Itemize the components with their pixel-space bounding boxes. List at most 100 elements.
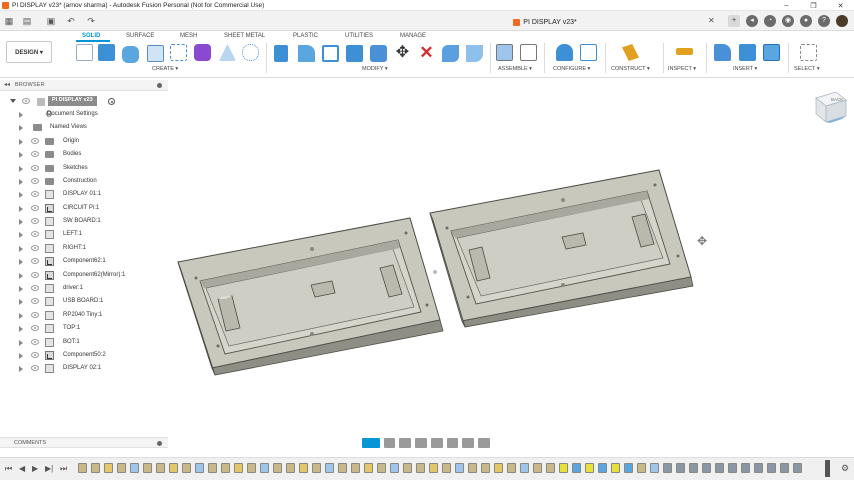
timeline-feature-icon[interactable] (78, 463, 87, 473)
timeline-feature-icon[interactable] (273, 463, 282, 473)
expand-icon[interactable] (19, 246, 23, 252)
redo-icon[interactable]: ↷ (86, 16, 96, 26)
activate-component-icon[interactable] (108, 98, 115, 105)
combine-icon[interactable] (346, 45, 363, 62)
browser-item-display-02[interactable]: DISPLAY 02:1 (0, 362, 168, 375)
visibility-eye-icon[interactable] (31, 178, 39, 184)
fillet-icon[interactable] (298, 45, 315, 62)
timeline-prev-icon[interactable]: ◀ (19, 464, 25, 473)
hole-icon[interactable] (147, 45, 164, 62)
file-menu-icon[interactable]: ▤ (22, 16, 32, 26)
browser-item-named-views[interactable]: Named Views (0, 121, 168, 134)
viewports-icon[interactable] (478, 437, 490, 448)
visibility-eye-icon[interactable] (31, 151, 39, 157)
expand-icon[interactable] (19, 166, 23, 172)
construct-menu[interactable]: CONSTRUCT ▾ (611, 66, 650, 72)
create-form-icon[interactable] (194, 44, 211, 61)
tab-surface[interactable]: SURFACE (126, 33, 154, 39)
left-enclosure-body[interactable] (177, 217, 444, 376)
timeline-feature-icon[interactable] (715, 463, 724, 473)
timeline-feature-icon[interactable] (728, 463, 737, 473)
collapse-browser-icon[interactable]: ◂◂ (4, 81, 10, 88)
timeline-feature-icon[interactable] (468, 463, 477, 473)
right-enclosure-body[interactable] (429, 169, 694, 328)
timeline-feature-icon[interactable] (364, 463, 373, 473)
timeline-feature-icon[interactable] (416, 463, 425, 473)
offset-plane-icon[interactable] (622, 44, 639, 61)
visibility-eye-icon[interactable] (31, 285, 39, 291)
browser-item-bodies[interactable]: Bodies (0, 148, 168, 161)
timeline-feature-icon[interactable] (143, 463, 152, 473)
visibility-eye-icon[interactable] (31, 272, 39, 278)
pan-icon[interactable] (399, 437, 412, 448)
comments-options-icon[interactable] (157, 441, 162, 446)
new-component-icon[interactable] (496, 44, 513, 61)
timeline-feature-icon[interactable] (689, 463, 698, 473)
zoom-icon[interactable] (415, 437, 427, 448)
timeline-feature-icon[interactable] (546, 463, 555, 473)
extrude-icon[interactable] (98, 44, 115, 61)
undo-icon[interactable]: ↶ (66, 16, 76, 26)
press-pull-icon[interactable] (274, 45, 288, 62)
timeline-play-icon[interactable]: ▶ (32, 464, 38, 473)
insert-mesh-icon[interactable] (739, 44, 756, 61)
configure-menu[interactable]: CONFIGURE ▾ (553, 66, 590, 72)
browser-item-component50[interactable]: Component50:2 (0, 349, 168, 362)
app-grid-icon[interactable]: ▦ (4, 16, 14, 26)
viewcube[interactable]: BACK (812, 88, 848, 124)
browser-item-construction[interactable]: Construction (0, 175, 168, 188)
expand-icon[interactable] (19, 232, 23, 238)
browser-item-sw-board[interactable]: SW BOARD:1 (0, 215, 168, 228)
browser-item-component62-mirror[interactable]: Component62(Mirror):1 (0, 269, 168, 282)
data-panel-icon[interactable]: ◂ (746, 15, 758, 27)
timeline-feature-icon[interactable] (286, 463, 295, 473)
close-window-button[interactable]: ✕ (827, 0, 854, 11)
browser-item-right[interactable]: RIGHT:1 (0, 242, 168, 255)
timeline-feature-icon[interactable] (104, 463, 113, 473)
visibility-eye-icon[interactable] (31, 218, 39, 224)
notifications-icon[interactable]: ● (800, 15, 812, 27)
timeline-end-icon[interactable]: ⏭ (60, 464, 67, 474)
timeline-feature-icon[interactable] (338, 463, 347, 473)
move-copy-icon[interactable]: ✥ (394, 44, 411, 61)
expand-icon[interactable] (19, 125, 23, 131)
timeline-feature-icon[interactable] (208, 463, 217, 473)
assemble-menu[interactable]: ASSEMBLE ▾ (498, 66, 532, 72)
timeline-marker[interactable] (825, 460, 830, 477)
timeline-feature-icon[interactable] (507, 463, 516, 473)
configuration-table-icon[interactable] (580, 44, 597, 61)
timeline-feature-icon[interactable] (312, 463, 321, 473)
timeline-feature-icon[interactable] (793, 463, 802, 473)
browser-root-node[interactable]: PI DISPLAY v23 (0, 95, 168, 108)
tab-sheet-metal[interactable]: SHEET METAL (224, 33, 265, 39)
timeline-feature-icon[interactable] (624, 463, 633, 473)
expand-icon[interactable] (19, 152, 23, 158)
modify-menu[interactable]: MODIFY ▾ (362, 66, 388, 72)
point-pattern-icon[interactable] (242, 44, 259, 61)
expand-icon[interactable] (19, 313, 23, 319)
timeline-feature-icon[interactable] (130, 463, 139, 473)
timeline-feature-icon[interactable] (429, 463, 438, 473)
visibility-eye-icon[interactable] (31, 298, 39, 304)
insert-canvas-icon[interactable] (763, 44, 780, 61)
workspace-switcher[interactable]: DESIGN ▾ (6, 41, 52, 63)
tab-manage[interactable]: MANAGE (400, 33, 426, 39)
orbit-mode-icon[interactable] (362, 437, 380, 448)
loft-icon[interactable] (219, 44, 236, 61)
visibility-eye-icon[interactable] (31, 245, 39, 251)
browser-item-driver[interactable]: driver:1 (0, 282, 168, 295)
browser-item-usb-board[interactable]: USB BOARD:1 (0, 295, 168, 308)
expand-root-icon[interactable] (10, 99, 16, 103)
timeline-feature-icon[interactable] (442, 463, 451, 473)
browser-item-rp2040-tiny[interactable]: RP2040 Tiny:1 (0, 309, 168, 322)
visibility-eye-icon[interactable] (31, 138, 39, 144)
expand-icon[interactable] (19, 299, 23, 305)
visibility-eye-icon[interactable] (31, 191, 39, 197)
visibility-eye-icon[interactable] (22, 98, 30, 104)
timeline-feature-icon[interactable] (234, 463, 243, 473)
timeline-feature-icon[interactable] (260, 463, 269, 473)
split-body-icon[interactable] (442, 45, 459, 62)
timeline-feature-icon[interactable] (767, 463, 776, 473)
select-menu[interactable]: SELECT ▾ (794, 66, 820, 72)
timeline-feature-icon[interactable] (611, 463, 620, 473)
